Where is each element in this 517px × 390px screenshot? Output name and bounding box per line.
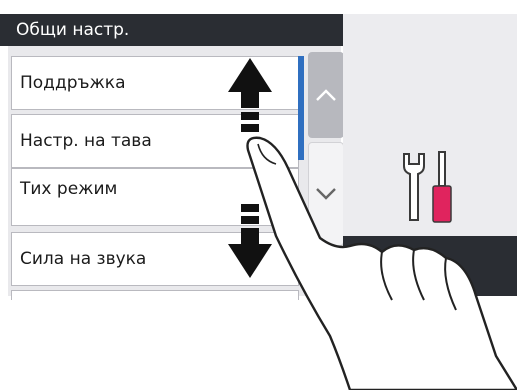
- scroll-up-button[interactable]: [308, 52, 344, 138]
- scroll-down-button[interactable]: [308, 142, 344, 246]
- header-bar: Общи настр.: [0, 14, 343, 46]
- page-title: Общи настр.: [16, 20, 130, 40]
- menu-item-label: Поддръжка: [20, 73, 126, 93]
- top-bezel: [0, 0, 517, 14]
- menu-item-next[interactable]: [11, 290, 299, 300]
- menu-item-label: Настр. на тава: [20, 131, 152, 151]
- menu-item-label: Сила на звука: [20, 249, 147, 269]
- menu-item-label: Тих режим: [20, 179, 118, 199]
- menu-item-volume[interactable]: Сила на звука: [11, 232, 299, 286]
- chevron-up-icon: [316, 89, 336, 101]
- settings-list: Поддръжка Настр. на тава Тих режим Сила …: [8, 46, 344, 300]
- touchscreen-display: Общи настр. Поддръжка Настр. на тава Тих…: [0, 0, 517, 390]
- menu-item-maintenance[interactable]: Поддръжка: [11, 56, 299, 110]
- chevron-down-icon: [316, 188, 336, 200]
- tools-icon: [403, 151, 452, 223]
- menu-item-tray-setting[interactable]: Настр. на тава: [11, 114, 299, 168]
- footer-bar: [343, 236, 517, 296]
- menu-item-quiet-mode[interactable]: Тих режим: [11, 168, 299, 226]
- scroll-position-indicator: [298, 56, 304, 160]
